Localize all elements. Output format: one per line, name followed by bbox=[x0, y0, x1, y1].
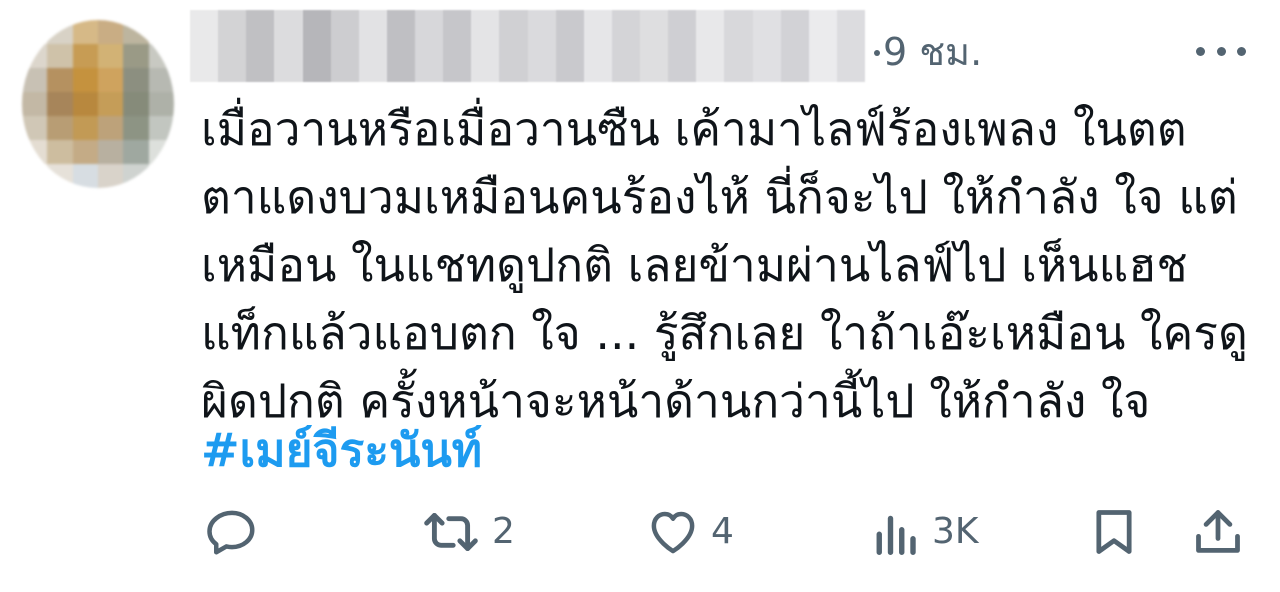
views-count: 3K bbox=[932, 511, 979, 552]
avatar[interactable] bbox=[22, 20, 174, 188]
retweet-button[interactable]: 2 bbox=[420, 500, 515, 564]
reply-button[interactable] bbox=[205, 500, 269, 564]
action-bar: 2 4 3K bbox=[0, 500, 1280, 564]
more-dot bbox=[1216, 46, 1226, 56]
tweet: 9 ชม. เมื่อวานหรือเมื่อวานซืน เค้ามาไลฟ์… bbox=[0, 0, 1280, 592]
bookmark-button[interactable] bbox=[1088, 500, 1140, 564]
bookmark-icon bbox=[1096, 510, 1132, 554]
like-count: 4 bbox=[711, 511, 734, 552]
share-button[interactable] bbox=[1192, 500, 1244, 564]
views-icon bbox=[876, 515, 916, 555]
username[interactable] bbox=[190, 10, 865, 82]
separator-dot bbox=[874, 50, 880, 56]
reply-icon bbox=[207, 510, 255, 555]
like-button[interactable]: 4 bbox=[645, 500, 734, 564]
tweet-text-line: ตาแดงบวมเหมือนคนร้องไห้ นี่ก็จะไป ให้กำล… bbox=[201, 170, 1238, 224]
hashtag-link[interactable]: #เมย์จีระนันท์ bbox=[201, 418, 482, 482]
tweet-text: เมื่อวานหรือเมื่อวานซืน เค้ามาไลฟ์ร้องเพ… bbox=[201, 95, 1248, 435]
heart-icon bbox=[651, 511, 695, 554]
tweet-text-line: เมื่อวานหรือเมื่อวานซืน เค้ามาไลฟ์ร้องเพ… bbox=[201, 102, 1187, 156]
more-dot bbox=[1237, 46, 1246, 56]
retweet-count: 2 bbox=[492, 511, 515, 552]
retweet-icon bbox=[424, 512, 478, 552]
timestamp[interactable]: 9 ชม. bbox=[883, 28, 982, 76]
more-dot bbox=[1196, 46, 1205, 56]
tweet-text-line: แท็กแล้วแอบตก ใจ ... รู้สึกเลย ใาถ้าเอ๊ะ… bbox=[201, 306, 1248, 360]
views-button[interactable]: 3K bbox=[868, 500, 979, 564]
more-icon[interactable] bbox=[1192, 36, 1250, 66]
share-icon bbox=[1196, 510, 1240, 553]
tweet-text-line: เหมือน ในแชทดูปกติ เลยข้ามผ่านไลฟ์ไป เห็… bbox=[201, 238, 1188, 292]
